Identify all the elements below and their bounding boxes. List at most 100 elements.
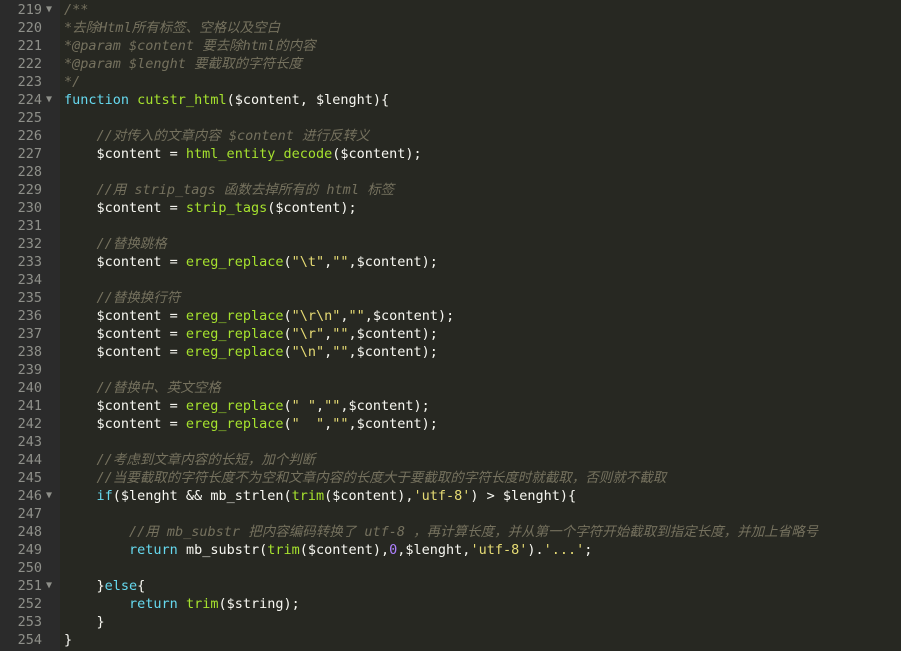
- code-line[interactable]: 252 return trim($string);: [0, 595, 901, 613]
- code-text: if($lenght && mb_strlen(trim($content),'…: [64, 487, 576, 505]
- line-number: 250: [0, 559, 42, 577]
- line-number: 253: [0, 613, 42, 631]
- code-line[interactable]: 251▼ }else{: [0, 577, 901, 595]
- code-token: $content =: [64, 200, 186, 216]
- code-token: ereg_replace: [186, 344, 284, 360]
- line-number: 246: [0, 487, 42, 505]
- line-number: 228: [0, 163, 42, 181]
- line-number: 222: [0, 55, 42, 73]
- code-line[interactable]: 221*@param $content 要去除html的内容: [0, 37, 901, 55]
- code-line[interactable]: 230 $content = strip_tags($content);: [0, 199, 901, 217]
- code-line[interactable]: 250: [0, 559, 901, 577]
- fold-arrow-icon[interactable]: ▼: [46, 577, 56, 595]
- code-line[interactable]: 249 return mb_substr(trim($content),0,$l…: [0, 541, 901, 559]
- code-text: $content = ereg_replace("\r\n","",$conte…: [64, 307, 454, 325]
- code-token: ,$content);: [349, 254, 438, 270]
- code-text: return mb_substr(trim($content),0,$lengh…: [64, 541, 592, 559]
- code-line[interactable]: 248 //用 mb_substr 把内容编码转换了 utf-8 ，再计算长度，…: [0, 523, 901, 541]
- code-token: ($content);: [267, 200, 356, 216]
- code-token: [64, 380, 97, 396]
- code-line[interactable]: 246▼ if($lenght && mb_strlen(trim($conte…: [0, 487, 901, 505]
- code-token: ereg_replace: [186, 308, 284, 324]
- code-token: '...': [544, 542, 585, 558]
- code-line[interactable]: 231: [0, 217, 901, 235]
- code-text: *@param $lenght 要截取的字符长度: [64, 55, 302, 73]
- code-line[interactable]: 219▼/**: [0, 1, 901, 19]
- code-line[interactable]: 238 $content = ereg_replace("\n","",$con…: [0, 343, 901, 361]
- fold-arrow-icon[interactable]: ▼: [46, 1, 56, 19]
- code-line[interactable]: 244 //考虑到文章内容的长短，加个判断: [0, 451, 901, 469]
- code-text: function cutstr_html($content, $lenght){: [64, 91, 389, 109]
- code-line[interactable]: 254}: [0, 631, 901, 649]
- code-token: (: [283, 254, 291, 270]
- code-text: $content = ereg_replace(" ","",$content)…: [64, 397, 430, 415]
- line-number: 238: [0, 343, 42, 361]
- code-line[interactable]: 224▼ function cutstr_html($content, $leng…: [0, 91, 901, 109]
- code-token: $content =: [64, 308, 186, 324]
- code-token: (: [283, 416, 291, 432]
- code-line[interactable]: 241 $content = ereg_replace(" ","",$cont…: [0, 397, 901, 415]
- code-token: //对传入的文章内容 $content 进行反转义: [97, 128, 370, 144]
- code-line[interactable]: 233 $content = ereg_replace("\t","",$con…: [0, 253, 901, 271]
- code-text: //替换中、英文空格: [64, 379, 221, 397]
- code-token: //用 mb_substr 把内容编码转换了 utf-8 ，再计算长度，并从第一…: [129, 524, 818, 540]
- code-line[interactable]: 222 *@param $lenght 要截取的字符长度: [0, 55, 901, 73]
- code-text: $content = ereg_replace("\r","",$content…: [64, 325, 438, 343]
- line-number: 223: [0, 73, 42, 91]
- code-line[interactable]: 226 //对传入的文章内容 $content 进行反转义: [0, 127, 901, 145]
- code-token: cutstr_html: [137, 92, 226, 108]
- code-token: html_entity_decode: [186, 146, 332, 162]
- code-token: ,$content);: [349, 416, 438, 432]
- code-token: [64, 524, 129, 540]
- code-token: ,$content);: [340, 398, 429, 414]
- code-text: //替换换行符: [64, 289, 180, 307]
- code-token: function: [64, 92, 129, 108]
- line-number: 247: [0, 505, 42, 523]
- code-token: [178, 596, 186, 612]
- fold-arrow-icon[interactable]: ▼: [46, 487, 56, 505]
- code-line[interactable]: 237 $content = ereg_replace("\r","",$con…: [0, 325, 901, 343]
- line-number: 244: [0, 451, 42, 469]
- code-line[interactable]: 232 //替换跳格: [0, 235, 901, 253]
- fold-arrow-icon[interactable]: ▼: [46, 91, 56, 109]
- code-line[interactable]: 247: [0, 505, 901, 523]
- code-text: //对传入的文章内容 $content 进行反转义: [64, 127, 370, 145]
- code-token: trim: [186, 596, 219, 612]
- code-line[interactable]: 229 //用 strip_tags 函数去掉所有的 html 标签: [0, 181, 901, 199]
- line-number: 225: [0, 109, 42, 127]
- code-token: [64, 452, 97, 468]
- code-line[interactable]: 240 //替换中、英文空格: [0, 379, 901, 397]
- code-line[interactable]: 223 */: [0, 73, 901, 91]
- code-token: [64, 488, 97, 504]
- line-number: 254: [0, 631, 42, 649]
- code-text: *@param $content 要去除html的内容: [64, 37, 316, 55]
- code-line[interactable]: 236 $content = ereg_replace("\r\n","",$c…: [0, 307, 901, 325]
- code-line[interactable]: 245 //当要截取的字符长度不为空和文章内容的长度大于要截取的字符长度时就截取…: [0, 469, 901, 487]
- line-number: 236: [0, 307, 42, 325]
- code-line[interactable]: 220*去除Html所有标签、空格以及空白: [0, 19, 901, 37]
- code-editor[interactable]: 219▼/**220*去除Html所有标签、空格以及空白221*@param $…: [0, 0, 901, 651]
- code-line[interactable]: 239: [0, 361, 901, 379]
- code-line[interactable]: 243: [0, 433, 901, 451]
- code-line[interactable]: 234: [0, 271, 901, 289]
- code-line[interactable]: 235 //替换换行符: [0, 289, 901, 307]
- code-line[interactable]: 228: [0, 163, 901, 181]
- code-text: */: [64, 73, 80, 91]
- code-line[interactable]: 227 $content = html_entity_decode($conte…: [0, 145, 901, 163]
- line-number: 237: [0, 325, 42, 343]
- code-text: //替换跳格: [64, 235, 167, 253]
- code-token: ($content, $lenght){: [227, 92, 390, 108]
- code-text: }: [64, 631, 72, 649]
- code-line[interactable]: 225: [0, 109, 901, 127]
- code-token: 'utf-8': [414, 488, 471, 504]
- code-line[interactable]: 253 }: [0, 613, 901, 631]
- code-token: $content =: [64, 254, 186, 270]
- code-token: ($string);: [218, 596, 299, 612]
- line-number: 249: [0, 541, 42, 559]
- code-token: "": [332, 344, 348, 360]
- code-token: "": [332, 254, 348, 270]
- line-number: 224: [0, 91, 42, 109]
- code-line[interactable]: 242 $content = ereg_replace(" ","",$cont…: [0, 415, 901, 433]
- line-number: 242: [0, 415, 42, 433]
- code-token: [64, 542, 129, 558]
